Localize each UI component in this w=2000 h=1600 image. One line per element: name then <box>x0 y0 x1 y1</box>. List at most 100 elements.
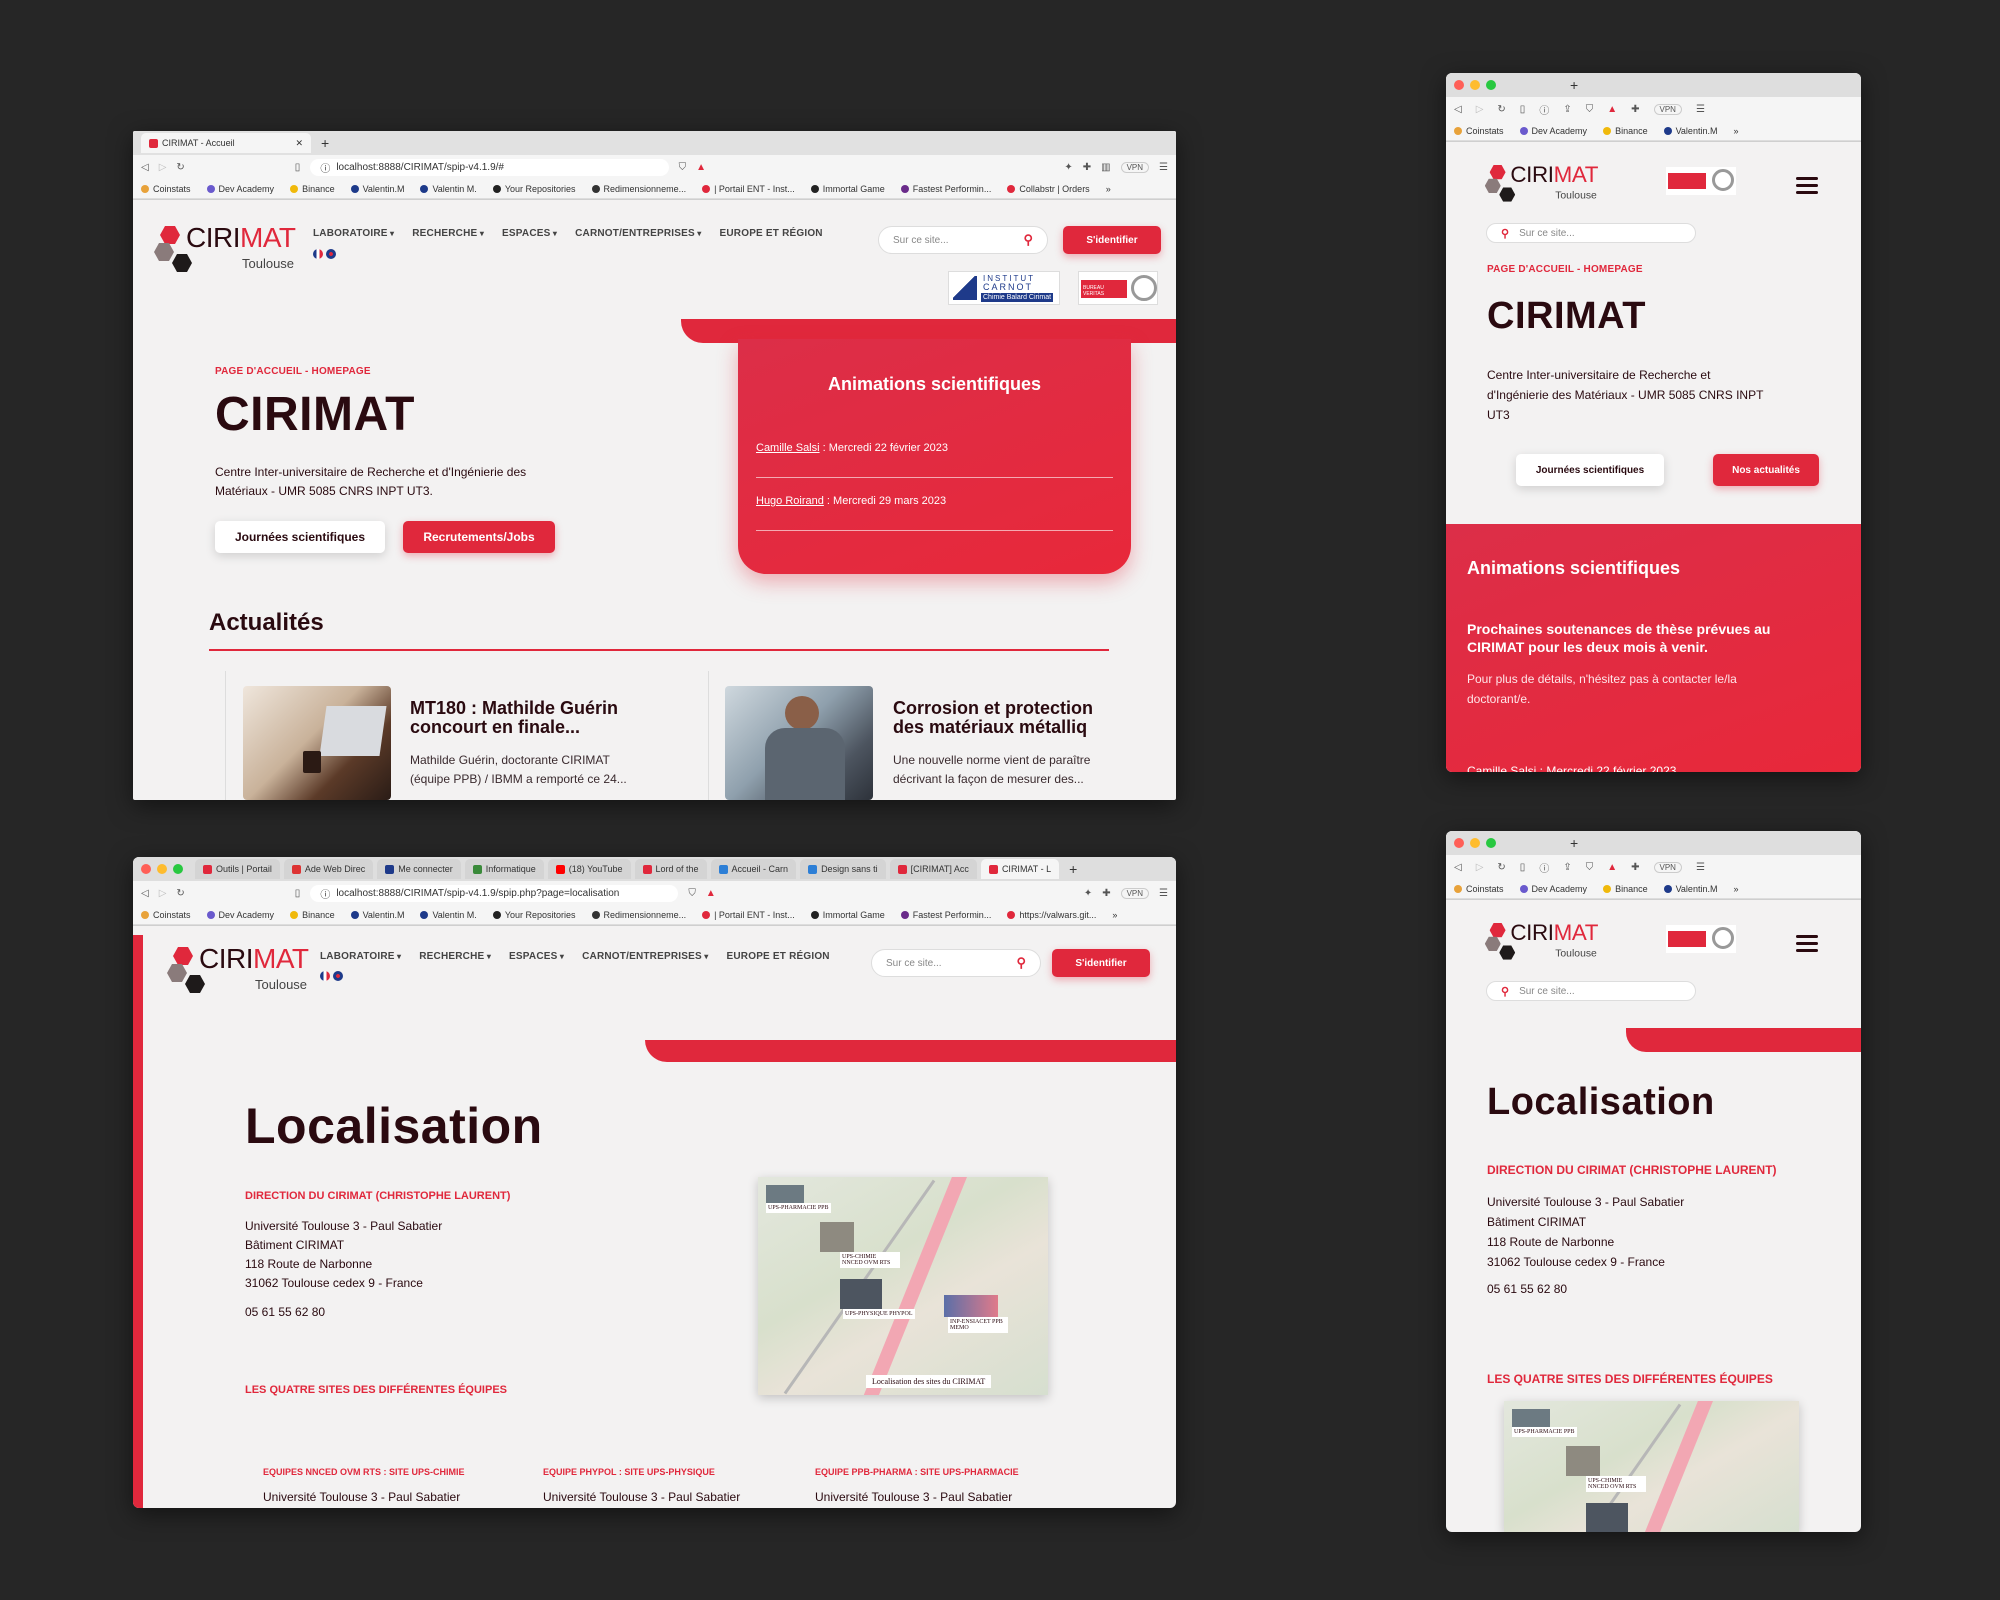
search-icon[interactable]: ⚲ <box>1501 985 1509 998</box>
tab-cirimat-accueil[interactable]: CIRIMAT - Accueil ✕ <box>141 133 311 153</box>
nav-europe[interactable]: EUROPE ET RÉGION <box>720 228 823 239</box>
bookmark-item[interactable]: Coinstats <box>1454 126 1504 136</box>
sidebar-icon[interactable]: ▥ <box>1101 162 1110 173</box>
search-input[interactable]: ⚲ Sur ce site... <box>1486 223 1696 243</box>
bookmark-item[interactable]: Coinstats <box>1454 884 1504 894</box>
flag-uk-icon[interactable] <box>326 249 336 259</box>
bookmark-item[interactable]: Binance <box>290 910 335 920</box>
bookmark-item[interactable]: Collabstr | Orders <box>1007 184 1090 194</box>
browser-tab[interactable]: [CIRIMAT] Acc <box>889 859 977 879</box>
reload-icon[interactable]: ↻ <box>1497 862 1505 873</box>
back-icon[interactable]: ◁ <box>141 162 149 173</box>
puzzle-icon[interactable]: ✚ <box>1102 888 1110 899</box>
vpn-badge[interactable]: VPN <box>1653 103 1682 115</box>
search-input[interactable]: ⚲ Sur ce site... <box>1486 981 1696 1001</box>
bookmark-item[interactable]: Coinstats <box>141 910 191 920</box>
cirimat-logo[interactable]: CIRIMAT Toulouse <box>154 222 303 286</box>
reload-icon[interactable]: ↻ <box>176 888 184 899</box>
menu-icon[interactable]: ☰ <box>1159 162 1168 173</box>
minimize-icon[interactable] <box>1470 838 1480 848</box>
vpn-badge[interactable]: VPN <box>1653 861 1682 873</box>
reload-icon[interactable]: ↻ <box>176 162 184 173</box>
search-icon[interactable]: ⚲ <box>1016 955 1026 971</box>
bookmark-item[interactable]: Binance <box>290 184 335 194</box>
search-icon[interactable]: ⚲ <box>1501 227 1509 240</box>
bookmark-icon[interactable]: ▯ <box>295 162 301 173</box>
puzzle-icon[interactable]: ✚ <box>1083 162 1091 173</box>
nav-laboratoire[interactable]: LABORATOIRE <box>320 951 401 962</box>
bookmark-item[interactable]: Valentin.M <box>1663 126 1717 136</box>
close-window-icon[interactable] <box>1454 80 1464 90</box>
cirimat-logo[interactable]: CIRIMAT Toulouse <box>1484 162 1598 202</box>
news-title[interactable]: MT180 : Mathilde Guérin concourt en final… <box>410 699 618 737</box>
browser-tab[interactable]: Lord of the <box>634 859 707 879</box>
event-person-link[interactable]: Hugo Roirand <box>756 495 824 507</box>
browser-tab[interactable]: Accueil - Carn <box>710 859 797 879</box>
bookmark-item[interactable]: Immortal Game <box>810 910 885 920</box>
maximize-icon[interactable] <box>1486 838 1496 848</box>
nav-carnot[interactable]: CARNOT/ENTREPRISES <box>575 228 701 239</box>
bookmark-item[interactable]: Valentin.M <box>350 910 404 920</box>
bookmark-item[interactable]: Valentin M. <box>420 910 477 920</box>
nav-espaces[interactable]: ESPACES <box>509 951 564 962</box>
menu-icon[interactable]: ☰ <box>1696 862 1705 873</box>
back-icon[interactable]: ◁ <box>1454 104 1462 115</box>
nav-carnot[interactable]: CARNOT/ENTREPRISES <box>582 951 708 962</box>
new-tab-icon[interactable]: + <box>1069 861 1077 877</box>
new-tab-icon[interactable]: + <box>1570 77 1578 93</box>
bookmark-item[interactable]: Valentin.M <box>350 184 404 194</box>
vpn-badge[interactable]: VPN <box>1120 887 1150 899</box>
browser-tab[interactable]: Design sans ti <box>800 859 886 879</box>
sites-map[interactable]: UPS-PHARMACIE PPB UPS-CHIMIE NNCED OVM R… <box>758 1177 1048 1395</box>
more-bookmarks-icon[interactable]: » <box>1733 884 1738 894</box>
triangle-icon[interactable]: ▲ <box>706 888 716 899</box>
maximize-icon[interactable] <box>1486 80 1496 90</box>
bookmark-item[interactable]: Your Repositories <box>492 184 576 194</box>
reload-icon[interactable]: ↻ <box>1497 104 1505 115</box>
browser-tab[interactable]: CIRIMAT - L <box>980 859 1060 879</box>
triangle-icon[interactable]: ▲ <box>1607 104 1617 115</box>
nav-espaces[interactable]: ESPACES <box>502 228 557 239</box>
extension-icon[interactable]: ✦ <box>1064 162 1072 173</box>
bookmark-icon[interactable]: ▯ <box>1520 862 1526 873</box>
share-icon[interactable]: ⇪ <box>1563 104 1571 115</box>
vpn-badge[interactable]: VPN <box>1120 161 1150 173</box>
flag-uk-icon[interactable] <box>333 971 343 981</box>
forward-icon[interactable]: ▷ <box>1476 104 1484 115</box>
triangle-icon[interactable]: ▲ <box>696 162 706 173</box>
shield-icon[interactable]: ⛉ <box>679 162 687 173</box>
browser-tab[interactable]: Ade Web Direc <box>283 859 374 879</box>
bookmark-item[interactable]: Fastest Performin... <box>900 910 991 920</box>
bookmark-item[interactable]: Binance <box>1603 884 1648 894</box>
search-input[interactable]: Sur ce site... ⚲ <box>871 949 1041 977</box>
hamburger-menu-icon[interactable] <box>1796 173 1818 198</box>
bookmark-item[interactable]: https://valwars.git... <box>1007 910 1096 920</box>
news-image-laptop[interactable] <box>243 686 391 800</box>
carnot-logo[interactable]: INSTITUT CARNOT Chimie Balard Cirimat <box>948 271 1060 305</box>
bookmark-item[interactable]: | Portail ENT - Inst... <box>702 910 795 920</box>
nav-europe[interactable]: EUROPE ET RÉGION <box>727 951 830 962</box>
flag-fr-icon[interactable] <box>313 249 323 259</box>
minimize-icon[interactable] <box>1470 80 1480 90</box>
bookmark-item[interactable]: Valentin.M <box>1663 884 1717 894</box>
shield-icon[interactable]: ⛉ <box>1586 862 1594 873</box>
new-tab-icon[interactable]: + <box>321 135 329 151</box>
forward-icon[interactable]: ▷ <box>159 888 167 899</box>
menu-icon[interactable]: ☰ <box>1159 888 1168 899</box>
search-icon[interactable]: ⚲ <box>1023 232 1033 248</box>
bookmark-item[interactable]: Your Repositories <box>492 910 576 920</box>
bookmark-item[interactable]: | Portail ENT - Inst... <box>702 184 795 194</box>
browser-tab[interactable]: Me connecter <box>377 859 461 879</box>
recrutements-button[interactable]: Recrutements/Jobs <box>403 521 555 553</box>
address-bar[interactable]: ⓘ localhost:8888/CIRIMAT/spip-v4.1.9/spip… <box>310 884 679 902</box>
close-window-icon[interactable] <box>141 864 151 874</box>
close-window-icon[interactable] <box>1454 838 1464 848</box>
bookmark-item[interactable]: Valentin M. <box>420 184 477 194</box>
browser-tab[interactable]: (18) YouTube <box>547 859 631 879</box>
new-tab-icon[interactable]: + <box>1570 835 1578 851</box>
shield-icon[interactable]: ⛉ <box>1586 104 1594 115</box>
triangle-icon[interactable]: ▲ <box>1607 862 1617 873</box>
bookmark-item[interactable]: Redimensionneme... <box>591 184 686 194</box>
info-icon[interactable]: ⓘ <box>1539 860 1549 875</box>
maximize-icon[interactable] <box>173 864 183 874</box>
